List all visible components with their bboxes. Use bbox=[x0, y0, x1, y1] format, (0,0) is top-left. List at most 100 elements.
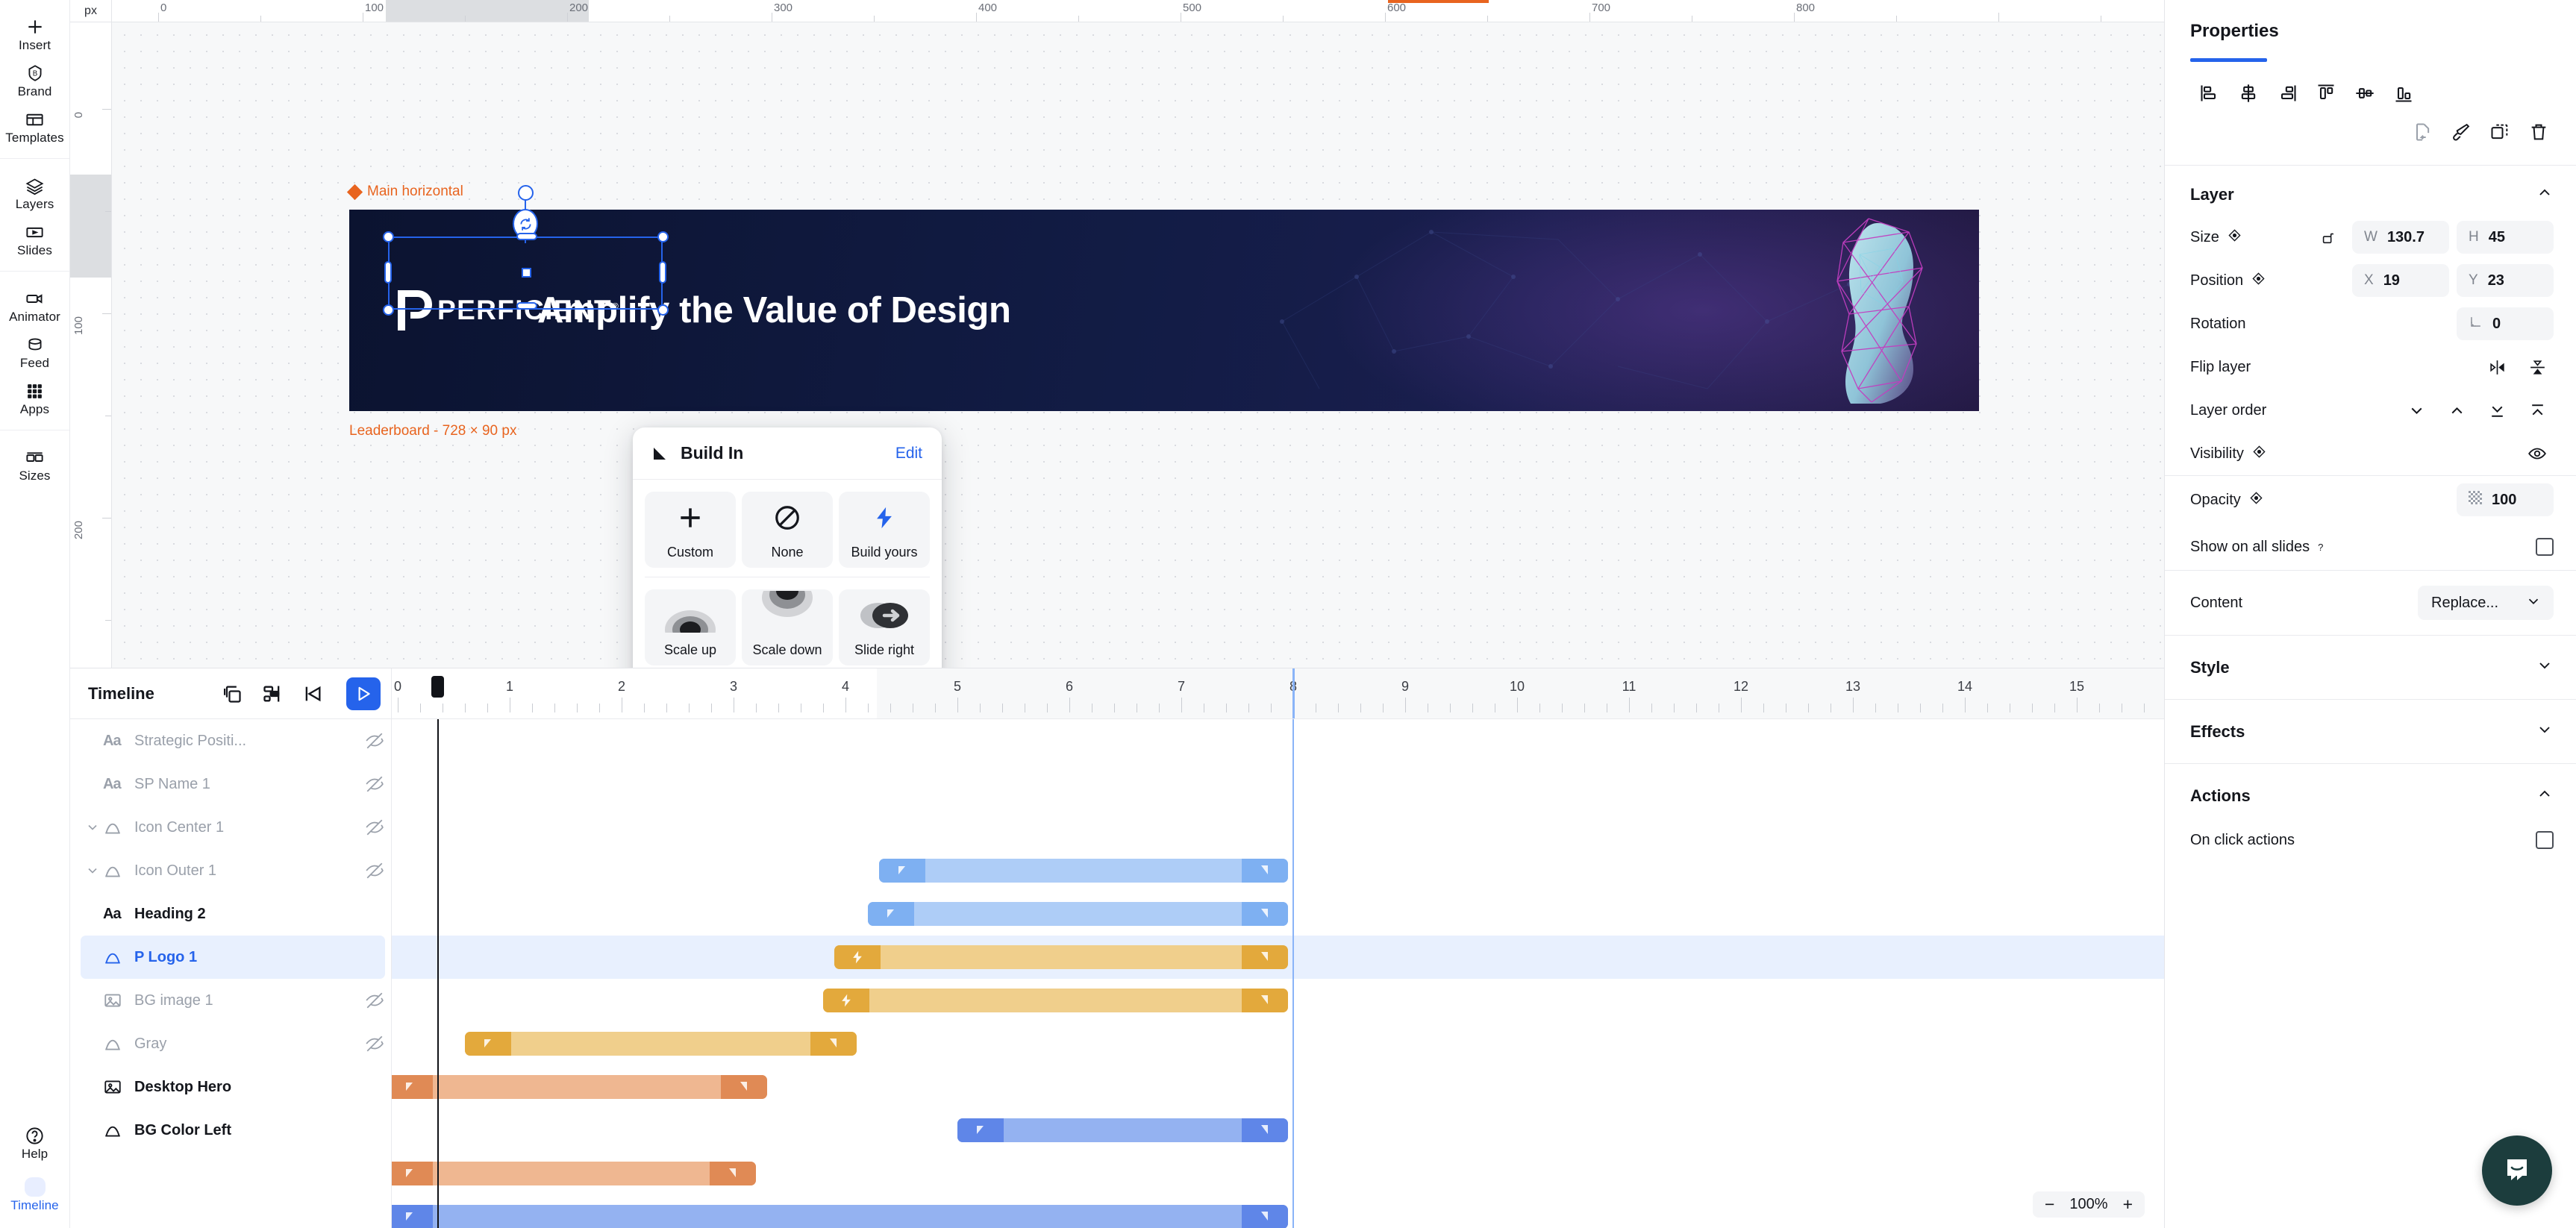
play-button[interactable] bbox=[346, 677, 381, 710]
timeline-bar[interactable] bbox=[823, 989, 1288, 1012]
timeline-layer-row[interactable]: Icon Outer 1 bbox=[70, 849, 391, 892]
bar-body[interactable] bbox=[511, 1032, 810, 1056]
bar-end-cap[interactable] bbox=[1241, 945, 1288, 969]
bar-start-cap[interactable] bbox=[392, 1162, 433, 1185]
timeline-bar[interactable] bbox=[465, 1032, 857, 1056]
resize-handle-left[interactable] bbox=[384, 261, 392, 283]
layer-section-header[interactable]: Layer bbox=[2165, 166, 2576, 216]
bar-start-cap[interactable] bbox=[392, 1205, 433, 1228]
hidden-eye-icon[interactable] bbox=[358, 774, 391, 794]
bar-start-cap[interactable] bbox=[465, 1032, 511, 1056]
hidden-eye-icon[interactable] bbox=[358, 818, 391, 837]
bar-start-cap[interactable] bbox=[879, 859, 925, 883]
vertical-ruler[interactable]: 0 100 200 bbox=[70, 22, 112, 668]
resize-handle-right[interactable] bbox=[659, 261, 666, 283]
resize-handle-bottom[interactable] bbox=[516, 302, 537, 310]
bar-body[interactable] bbox=[925, 859, 1242, 883]
timeline-layer-row[interactable]: Aa Strategic Positi... bbox=[70, 719, 391, 762]
sidebar-item-feed[interactable]: Feed bbox=[0, 328, 70, 375]
resize-handle-bl[interactable] bbox=[383, 304, 394, 316]
resize-handle-tl[interactable] bbox=[383, 231, 394, 242]
timeline-track-row[interactable] bbox=[392, 762, 2164, 806]
bar-body[interactable] bbox=[869, 989, 1242, 1012]
sidebar-item-sizes[interactable]: Sizes bbox=[0, 441, 70, 487]
timeline-track-row[interactable] bbox=[392, 1065, 2164, 1109]
effect-build-yours[interactable]: Build yours bbox=[839, 492, 930, 568]
keyframe-diamond-icon[interactable] bbox=[2228, 228, 2242, 247]
rotation-knob[interactable] bbox=[518, 185, 534, 201]
timeline-layer-row[interactable]: BG image 1 bbox=[70, 979, 391, 1022]
intercom-launcher[interactable] bbox=[2482, 1135, 2552, 1206]
timeline-bar[interactable] bbox=[868, 902, 1288, 926]
bar-start-cap[interactable] bbox=[868, 902, 914, 926]
timeline-layer-row[interactable]: Aa Heading 2 bbox=[70, 892, 391, 936]
effect-slide-right[interactable]: Slide right bbox=[839, 589, 930, 665]
resize-handle-top[interactable] bbox=[516, 233, 537, 240]
timeline-track-row[interactable] bbox=[392, 1152, 2164, 1195]
chevron-up-icon[interactable] bbox=[2536, 184, 2554, 205]
guide-label[interactable]: Main horizontal bbox=[346, 184, 463, 200]
bar-end-cap[interactable] bbox=[1241, 859, 1288, 883]
timeline-track-area[interactable] bbox=[391, 719, 2164, 1228]
resize-handle-br[interactable] bbox=[657, 304, 669, 316]
height-field[interactable]: H 45 bbox=[2457, 221, 2554, 254]
effect-scale-up[interactable]: Scale up bbox=[645, 589, 736, 665]
replace-file-icon[interactable] bbox=[2403, 116, 2442, 148]
timeline-end-marker[interactable] bbox=[1292, 668, 1295, 718]
edit-button[interactable]: Edit bbox=[895, 445, 922, 463]
chevron-down-icon[interactable] bbox=[2536, 657, 2554, 678]
rotation-field[interactable]: 0 bbox=[2457, 307, 2554, 340]
bar-body[interactable] bbox=[1004, 1118, 1242, 1142]
align-center-horizontal-icon[interactable] bbox=[2229, 78, 2268, 108]
bar-end-cap[interactable] bbox=[810, 1032, 857, 1056]
sidebar-item-apps[interactable]: Apps bbox=[0, 375, 70, 421]
bar-end-cap[interactable] bbox=[1241, 1205, 1288, 1228]
bar-end-cap[interactable] bbox=[1241, 902, 1288, 926]
bar-end-cap[interactable] bbox=[721, 1075, 767, 1099]
timeline-bar[interactable] bbox=[392, 1205, 1288, 1228]
timeline-ruler[interactable]: 0123456789101112131415 bbox=[391, 668, 2164, 719]
timeline-layer-row[interactable]: Gray bbox=[70, 1022, 391, 1065]
x-field[interactable]: X 19 bbox=[2352, 264, 2449, 297]
hidden-eye-icon[interactable] bbox=[358, 1034, 391, 1053]
bar-start-cap[interactable] bbox=[823, 989, 869, 1012]
timeline-bar[interactable] bbox=[392, 1162, 756, 1185]
timeline-track-row[interactable] bbox=[392, 979, 2164, 1022]
align-bottom-icon[interactable] bbox=[2384, 78, 2423, 108]
eye-icon[interactable] bbox=[2521, 439, 2554, 469]
bring-to-front-icon[interactable] bbox=[2521, 395, 2554, 425]
end-marker-line[interactable] bbox=[1292, 719, 1294, 1228]
build-in-popup[interactable]: Build In Edit Custom None Build yours Sc… bbox=[633, 427, 942, 668]
timeline-track-row[interactable] bbox=[392, 719, 2164, 762]
bar-start-cap[interactable] bbox=[392, 1075, 433, 1099]
skip-start-icon[interactable] bbox=[300, 681, 325, 707]
sidebar-item-animator[interactable]: Animator bbox=[0, 282, 70, 328]
flip-vertical-icon[interactable] bbox=[2521, 352, 2554, 382]
align-right-icon[interactable] bbox=[2268, 78, 2307, 108]
unlock-icon[interactable] bbox=[2312, 222, 2345, 252]
hidden-eye-icon[interactable] bbox=[358, 731, 391, 751]
opacity-field[interactable]: 100 bbox=[2457, 483, 2554, 516]
bar-body[interactable] bbox=[914, 902, 1242, 926]
timeline-track-row[interactable] bbox=[392, 849, 2164, 892]
timeline-bar[interactable] bbox=[392, 1075, 767, 1099]
move-down-icon[interactable] bbox=[2400, 395, 2433, 425]
sidebar-item-templates[interactable]: Templates bbox=[0, 103, 70, 149]
on-click-actions-checkbox[interactable] bbox=[2536, 831, 2554, 849]
effect-custom[interactable]: Custom bbox=[645, 492, 736, 568]
sidebar-item-insert[interactable]: Insert bbox=[0, 10, 70, 57]
trash-icon[interactable] bbox=[2519, 116, 2558, 148]
paint-brush-icon[interactable] bbox=[2442, 116, 2480, 148]
playhead[interactable] bbox=[437, 719, 439, 1228]
timeline-bar[interactable] bbox=[957, 1118, 1288, 1142]
playhead-knob[interactable] bbox=[431, 676, 444, 698]
align-left-icon[interactable] bbox=[2190, 78, 2229, 108]
chevron-down-icon[interactable] bbox=[82, 863, 103, 878]
timeline-bar[interactable] bbox=[834, 945, 1288, 969]
align-middle-vertical-icon[interactable] bbox=[2345, 78, 2384, 108]
timeline-layer-row[interactable]: Desktop Hero bbox=[70, 1065, 391, 1109]
chevron-down-icon[interactable] bbox=[82, 820, 103, 835]
timeline-track-row[interactable] bbox=[392, 1109, 2164, 1152]
align-top-icon[interactable] bbox=[2307, 78, 2345, 108]
zoom-out-button[interactable]: − bbox=[2045, 1196, 2054, 1213]
